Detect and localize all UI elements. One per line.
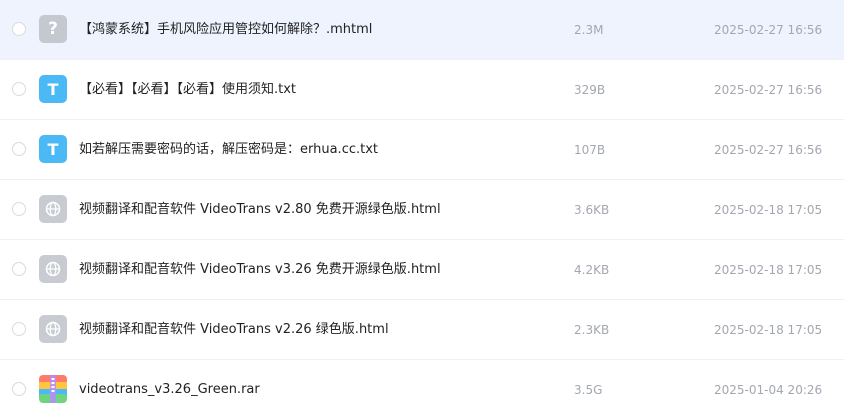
web-file-icon <box>39 195 67 223</box>
archive-file-icon <box>39 375 67 403</box>
row-checkbox[interactable] <box>12 82 26 96</box>
globe-icon <box>45 321 61 337</box>
file-row[interactable]: 视频翻译和配音软件 VideoTrans v2.26 绿色版.html 2.3K… <box>0 300 844 360</box>
file-date: 2025-02-18 17:05 <box>714 263 823 277</box>
globe-icon <box>45 201 61 217</box>
icon-glyph: ? <box>48 19 58 39</box>
text-file-icon: T <box>39 135 67 163</box>
zip-archive-icon <box>39 375 67 403</box>
file-name[interactable]: 【鸿蒙系统】手机风险应用管控如何解除？.mhtml <box>79 21 372 39</box>
file-row[interactable]: 视频翻译和配音软件 VideoTrans v3.26 免费开源绿色版.html … <box>0 240 844 300</box>
file-row[interactable]: videotrans_v3.26_Green.rar 3.5G 2025-01-… <box>0 360 844 403</box>
text-file-icon: T <box>39 75 67 103</box>
file-date: 2025-02-27 16:56 <box>714 23 823 37</box>
file-size: 107B <box>574 143 606 157</box>
file-size: 3.5G <box>574 383 603 397</box>
file-date: 2025-02-27 16:56 <box>714 143 823 157</box>
icon-glyph: T <box>47 139 59 159</box>
file-name[interactable]: 视频翻译和配音软件 VideoTrans v2.80 免费开源绿色版.html <box>79 201 441 219</box>
file-size: 329B <box>574 83 606 97</box>
row-checkbox[interactable] <box>12 262 26 276</box>
row-checkbox[interactable] <box>12 22 26 36</box>
file-row[interactable]: T 如若解压需要密码的话，解压密码是：erhua.cc.txt 107B 202… <box>0 120 844 180</box>
web-file-icon <box>39 315 67 343</box>
file-size: 2.3KB <box>574 323 610 337</box>
icon-glyph: T <box>47 79 59 99</box>
file-size: 4.2KB <box>574 263 610 277</box>
file-name[interactable]: 视频翻译和配音软件 VideoTrans v2.26 绿色版.html <box>79 321 389 339</box>
file-list: ? 【鸿蒙系统】手机风险应用管控如何解除？.mhtml 2.3M 2025-02… <box>0 0 844 403</box>
file-name[interactable]: videotrans_v3.26_Green.rar <box>79 381 260 399</box>
file-date: 2025-02-27 16:56 <box>714 83 823 97</box>
file-row[interactable]: 视频翻译和配音软件 VideoTrans v2.80 免费开源绿色版.html … <box>0 180 844 240</box>
row-checkbox[interactable] <box>12 322 26 336</box>
file-name[interactable]: 视频翻译和配音软件 VideoTrans v3.26 免费开源绿色版.html <box>79 261 441 279</box>
row-checkbox[interactable] <box>12 142 26 156</box>
file-name[interactable]: 如若解压需要密码的话，解压密码是：erhua.cc.txt <box>79 141 378 159</box>
web-file-icon <box>39 255 67 283</box>
file-name[interactable]: 【必看】【必看】【必看】使用须知.txt <box>79 81 296 99</box>
unknown-file-icon: ? <box>39 15 67 43</box>
file-date: 2025-02-18 17:05 <box>714 323 823 337</box>
row-checkbox[interactable] <box>12 382 26 396</box>
row-checkbox[interactable] <box>12 202 26 216</box>
file-size: 2.3M <box>574 23 604 37</box>
file-row[interactable]: T 【必看】【必看】【必看】使用须知.txt 329B 2025-02-27 1… <box>0 60 844 120</box>
globe-icon <box>45 261 61 277</box>
file-date: 2025-02-18 17:05 <box>714 203 823 217</box>
file-date: 2025-01-04 20:26 <box>714 383 823 397</box>
file-row[interactable]: ? 【鸿蒙系统】手机风险应用管控如何解除？.mhtml 2.3M 2025-02… <box>0 0 844 60</box>
file-size: 3.6KB <box>574 203 610 217</box>
